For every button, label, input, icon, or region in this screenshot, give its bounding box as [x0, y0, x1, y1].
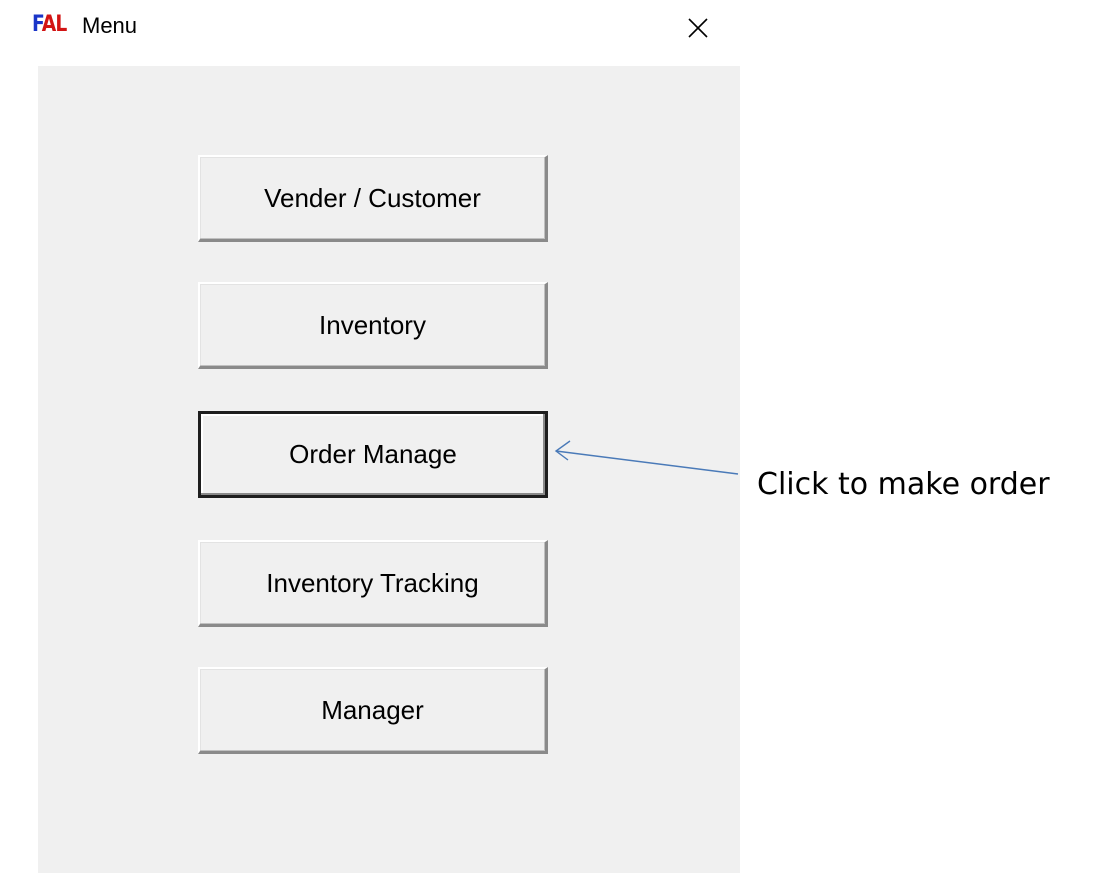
close-icon — [688, 18, 708, 38]
annotation-arrow-icon — [554, 440, 739, 475]
inventory-button[interactable]: Inventory — [198, 282, 548, 369]
annotation-callout-text: Click to make order — [757, 467, 1050, 502]
window-title: Menu — [82, 13, 138, 38]
app-logo-icon: FAL — [32, 12, 67, 37]
order-manage-button[interactable]: Order Manage — [198, 411, 548, 498]
title-bar: FAL Menu — [0, 0, 740, 56]
inventory-tracking-button[interactable]: Inventory Tracking — [198, 540, 548, 627]
vender-customer-button[interactable]: Vender / Customer — [198, 155, 548, 242]
screenshot-stage: FAL Menu Vender / Customer Inventory Ord… — [0, 0, 1103, 873]
close-button[interactable] — [686, 16, 710, 40]
manager-button[interactable]: Manager — [198, 667, 548, 754]
